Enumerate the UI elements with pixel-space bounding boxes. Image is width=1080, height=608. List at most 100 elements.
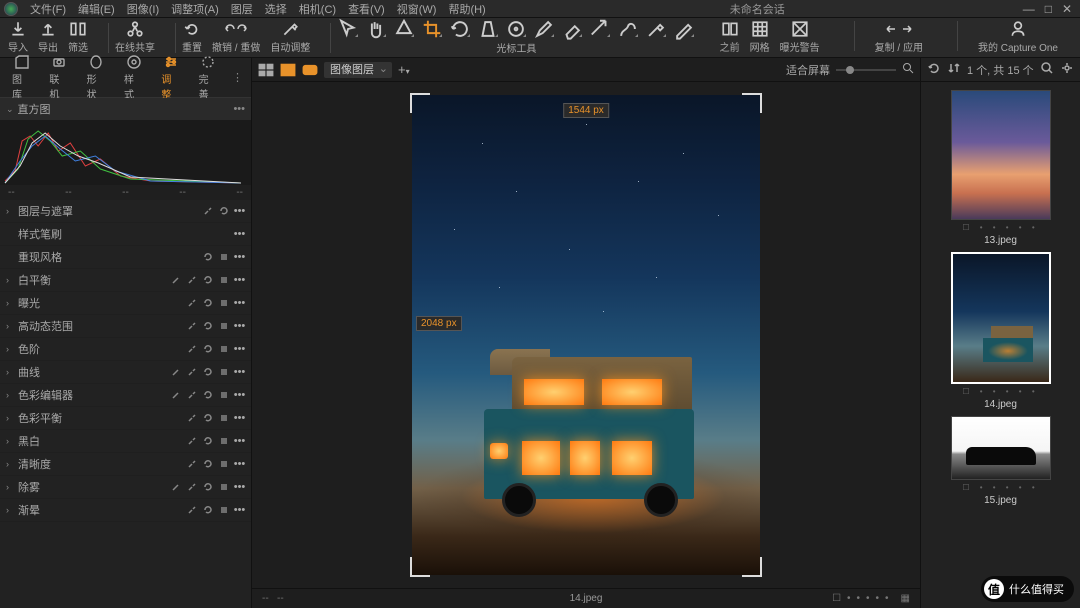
section-reproduce[interactable]: 重现风格••• [0, 246, 251, 269]
crop-height-badge: 2048 px [416, 316, 462, 331]
brush-tool-icon[interactable] [533, 20, 555, 38]
tab-shape[interactable]: 形状 [79, 52, 114, 103]
spot-tool-icon[interactable] [505, 20, 527, 38]
browser-count: 1 个, 共 15 个 [967, 62, 1034, 78]
section-levels[interactable]: ›色阶••• [0, 338, 251, 361]
watermark-icon: 值 [984, 579, 1004, 599]
window-minimize-icon[interactable]: — [1023, 2, 1035, 16]
pointer-tool-icon[interactable] [337, 20, 359, 38]
keystone-tool-icon[interactable] [477, 20, 499, 38]
add-layer-icon[interactable]: +▾ [398, 62, 410, 77]
tab-refine[interactable]: 完善 [191, 52, 226, 103]
copy-apply-button[interactable]: 复制 / 应用 [875, 21, 923, 54]
canvas[interactable]: 1544 px 2048 px [252, 82, 920, 588]
import-button[interactable]: 导入 [8, 21, 28, 54]
section-clarity[interactable]: ›清晰度••• [0, 453, 251, 476]
menu-view[interactable]: 查看(V) [342, 1, 391, 17]
tab-more-icon[interactable]: ⋮ [228, 71, 247, 84]
browser-refresh-icon[interactable] [927, 61, 941, 78]
view-multi-icon[interactable] [302, 63, 318, 77]
section-curves[interactable]: ›曲线••• [0, 361, 251, 384]
list-icon[interactable] [218, 252, 229, 263]
section-style-brush[interactable]: 样式笔刷••• [0, 223, 251, 246]
section-bw[interactable]: ›黑白••• [0, 430, 251, 453]
section-menu-icon[interactable]: ••• [233, 103, 245, 115]
more-icon[interactable]: ••• [234, 206, 245, 217]
more-icon[interactable]: ••• [234, 229, 245, 240]
tab-style[interactable]: 样式 [116, 52, 151, 103]
tab-adjust[interactable]: 调整 [153, 52, 188, 103]
thumbnail-15[interactable]: ☐ • • • • • 15.jpeg [951, 416, 1051, 506]
picker-tool-icon[interactable] [645, 20, 667, 38]
auto-adjust-button[interactable]: 自动调整 [270, 21, 310, 54]
crop-handle-bl[interactable] [410, 557, 430, 577]
browser-panel: 1 个, 共 15 个 ☐ • • • • • 13.jpeg ☐ • • • … [920, 58, 1080, 608]
crop-handle-br[interactable] [742, 557, 762, 577]
hand-tool-icon[interactable] [365, 20, 387, 38]
section-hdr[interactable]: ›高动态范围••• [0, 315, 251, 338]
view-grid-icon[interactable] [258, 63, 274, 77]
crop-handle-tr[interactable] [742, 93, 762, 113]
browser-sort-icon[interactable] [947, 61, 961, 78]
menu-adjust[interactable]: 调整项(A) [165, 1, 225, 17]
copy-icon[interactable] [202, 206, 213, 217]
heal-tool-icon[interactable] [617, 20, 639, 38]
layer-select[interactable]: 图像图层 [324, 62, 392, 78]
menu-file[interactable]: 文件(F) [24, 1, 72, 17]
reset-sec-icon[interactable] [202, 252, 213, 263]
gradient-tool-icon[interactable] [589, 20, 611, 38]
cursor-tools-label: 光标工具 [496, 40, 536, 55]
section-dehaze[interactable]: ›除雾••• [0, 476, 251, 499]
annotation-tool-icon[interactable] [673, 20, 695, 38]
tab-tether[interactable]: 联机 [41, 52, 76, 103]
section-histogram[interactable]: ⌄直方图 ••• [0, 98, 251, 121]
crop-handle-tl[interactable] [410, 93, 430, 113]
rating-box-icon[interactable]: ☐ [832, 593, 841, 604]
menu-image[interactable]: 图像(I) [121, 1, 165, 17]
rotate-tool-icon[interactable] [449, 20, 471, 38]
zoom-slider[interactable] [836, 64, 896, 76]
rating-fill-icon[interactable]: ▦ [901, 593, 910, 604]
reset-sec-icon[interactable] [218, 206, 229, 217]
rating-dots[interactable]: ••••• [847, 593, 895, 604]
grid-button[interactable]: 网格 [750, 21, 770, 54]
app-logo-icon [4, 2, 18, 16]
export-button[interactable]: 导出 [38, 21, 58, 54]
browser-settings-icon[interactable] [1060, 61, 1074, 78]
undo-redo-button[interactable]: 撤销 / 重做 [212, 21, 260, 54]
my-capture-one-button[interactable]: 我的 Capture One [978, 21, 1058, 54]
window-close-icon[interactable]: ✕ [1062, 2, 1072, 16]
image-preview: 1544 px 2048 px [412, 95, 760, 575]
menu-layer[interactable]: 图层 [225, 1, 259, 17]
window-title: 未命名会话 [492, 1, 1023, 17]
section-layers[interactable]: ›图层与遮罩••• [0, 200, 251, 223]
menu-edit[interactable]: 编辑(E) [72, 1, 121, 17]
browser-search-icon[interactable] [1040, 61, 1054, 78]
filter-button[interactable]: 筛选 [68, 21, 88, 54]
menu-help[interactable]: 帮助(H) [442, 1, 491, 17]
before-button[interactable]: 之前 [720, 21, 740, 54]
menu-camera[interactable]: 相机(C) [293, 1, 342, 17]
section-color-balance[interactable]: ›色彩平衡••• [0, 407, 251, 430]
exposure-warning-button[interactable]: 曝光警告 [780, 21, 820, 54]
eraser-tool-icon[interactable] [561, 20, 583, 38]
more-icon[interactable]: ••• [234, 252, 245, 263]
shape-tool-icon[interactable] [393, 20, 415, 38]
reset-button[interactable]: 重置 [182, 21, 202, 54]
menu-window[interactable]: 视窗(W) [391, 1, 443, 17]
zoom-label[interactable]: 适合屏幕 [786, 62, 830, 78]
online-share-button[interactable]: 在线共享 [115, 21, 155, 54]
menu-select[interactable]: 选择 [259, 1, 293, 17]
window-maximize-icon[interactable]: □ [1045, 2, 1052, 16]
section-exposure[interactable]: ›曝光••• [0, 292, 251, 315]
crop-tool-icon[interactable] [421, 20, 443, 38]
thumbnail-14[interactable]: ☐ • • • • • 14.jpeg [951, 252, 1051, 410]
tab-library[interactable]: 图库 [4, 52, 39, 103]
section-color-editor[interactable]: ›色彩编辑器••• [0, 384, 251, 407]
section-white-balance[interactable]: ›白平衡••• [0, 269, 251, 292]
search-zoom-icon[interactable] [902, 62, 914, 77]
thumbnail-13[interactable]: ☐ • • • • • 13.jpeg [951, 90, 1051, 246]
section-vignette[interactable]: ›渐晕••• [0, 499, 251, 522]
view-single-icon[interactable] [280, 63, 296, 77]
menu-bar: 文件(F) 编辑(E) 图像(I) 调整项(A) 图层 选择 相机(C) 查看(… [0, 0, 1080, 18]
